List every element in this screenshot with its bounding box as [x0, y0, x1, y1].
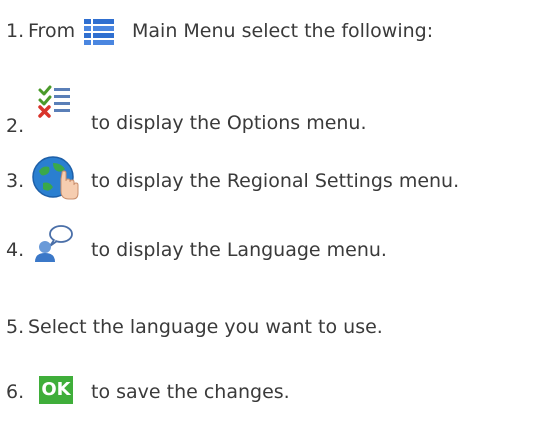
step-3-text: to display the Regional Settings menu.: [91, 170, 460, 192]
step-1-prefix: From: [28, 20, 76, 42]
step-1-text: Main Menu select the following:: [132, 20, 434, 42]
step-2-text: to display the Options menu.: [91, 112, 367, 134]
step-1-number: 1.: [6, 20, 25, 42]
step-3-number: 3.: [6, 170, 25, 192]
step-5-text: Select the language you want to use.: [28, 316, 383, 338]
step-4-text: to display the Language menu.: [91, 239, 387, 261]
ok-button-label: OK: [41, 379, 71, 400]
regional-globe-hand-icon: [32, 156, 79, 200]
options-checklist-icon: [38, 85, 70, 118]
step-4-number: 4.: [6, 239, 25, 261]
step-2-number: 2.: [6, 115, 25, 137]
ok-button-icon: OK: [39, 376, 73, 404]
step-5-number: 5.: [6, 316, 25, 338]
main-menu-list-icon: [84, 19, 114, 45]
step-6-number: 6.: [6, 381, 25, 403]
step-6-text: to save the changes.: [91, 381, 290, 403]
language-speech-person-icon: [35, 225, 73, 262]
